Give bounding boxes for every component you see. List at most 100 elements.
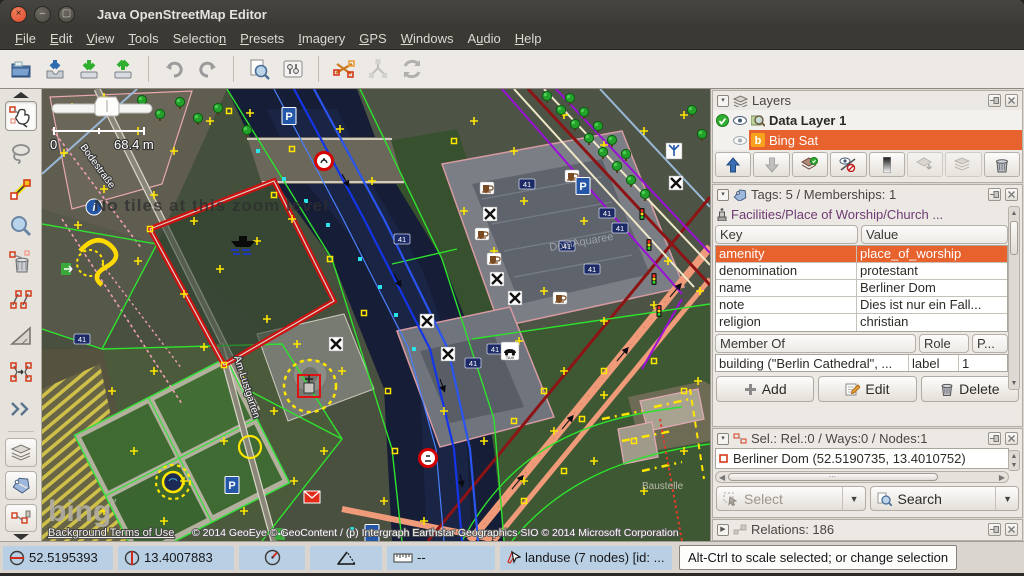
minimize-button[interactable]: – [34,6,51,23]
scrollbar-thumb[interactable] [1010,221,1018,255]
more-tools-button[interactable] [5,394,37,425]
value-column-header[interactable]: Value [861,225,1008,244]
menu-view[interactable]: View [79,29,121,48]
opacity-button[interactable] [869,152,905,177]
merge-layer-button[interactable] [907,152,943,177]
edit-tag-button[interactable]: Edit [818,376,916,402]
collapse-icon[interactable]: ▾ [717,433,729,445]
tag-row[interactable]: religionchristian [716,314,1007,331]
layer-visible-icon[interactable] [731,136,749,145]
refresh-button[interactable] [397,54,427,84]
layer-active-icon[interactable] [713,114,731,127]
merge-nodes-tool[interactable] [5,357,37,388]
open-file-button[interactable] [6,54,36,84]
select-move-tool[interactable] [5,101,37,132]
sticky-pin-icon[interactable] [988,523,1001,536]
delete-layer-button[interactable] [984,152,1020,177]
activate-layer-button[interactable] [792,152,828,177]
move-layer-down-button[interactable] [753,152,789,177]
sticky-pin-icon[interactable] [988,94,1001,107]
member-of-header[interactable]: Member Of [715,334,916,353]
menu-presets[interactable]: Presets [233,29,291,48]
tag-table: amenityplace_of_worship denominationprot… [715,245,1008,332]
sticky-pin-icon[interactable] [988,432,1001,445]
collapse-icon[interactable]: ▾ [717,189,729,201]
close-panel-icon[interactable] [1005,94,1018,107]
layer-visible-icon[interactable] [731,116,749,125]
menu-tools[interactable]: Tools [121,29,165,48]
close-panel-icon[interactable] [1005,188,1018,201]
position-header[interactable]: P... [972,334,1008,353]
tag-table-header: Key Value [713,224,1022,245]
layer-name[interactable]: Data Layer 1 [769,113,846,128]
scroll-down-arrow[interactable]: ▼ [1009,459,1019,471]
menu-audio[interactable]: Audio [460,29,507,48]
tag-row[interactable]: noteDies ist nur ein Fall... [716,297,1007,314]
lasso-tool[interactable] [5,137,37,168]
tag-row[interactable]: denominationprotestant [716,263,1007,280]
select-button[interactable]: Select ▼ [716,486,866,511]
extrude-tool[interactable] [5,320,37,351]
delete-tool[interactable] [5,247,37,278]
split-way-tool-button[interactable] [329,54,359,84]
tag-row[interactable]: amenityplace_of_worship [716,246,1007,263]
menu-imagery[interactable]: Imagery [291,29,352,48]
selected-layer[interactable]: b Bing Sat [749,130,1022,150]
draw-node-tool[interactable] [5,174,37,205]
sticky-pin-icon[interactable] [988,188,1001,201]
menu-gps[interactable]: GPS [352,29,393,48]
collapse-icon[interactable]: ▾ [717,95,729,107]
trash-icon [940,382,954,396]
move-layer-up-button[interactable] [715,152,751,177]
menu-edit[interactable]: Edit [43,29,79,48]
selection-scrollbar[interactable]: ▲ ▼ [1008,450,1020,471]
key-column-header[interactable]: Key [715,225,858,244]
scroll-up-icon[interactable] [13,91,29,98]
download-data-button[interactable] [40,54,70,84]
menu-selection[interactable]: Selection [166,29,233,48]
scroll-down-arrow[interactable]: ▼ [1009,377,1019,389]
layer-row-data[interactable]: Data Layer 1 [713,110,1022,130]
preset-link[interactable]: Facilities/Place of Worship/Church ... [713,204,1022,224]
tags-scrollbar[interactable]: ▲ ▼ [1008,206,1020,390]
search-objects-button[interactable] [244,54,274,84]
selected-object-item[interactable]: Berliner Dom (52.5190735, 13.4010752) [715,448,1009,469]
layer-row-bing[interactable]: b Bing Sat [713,130,1022,150]
combine-way-tool-button[interactable] [363,54,393,84]
tag-row[interactable]: nameBerliner Dom [716,280,1007,297]
delete-tag-button[interactable]: Delete [921,376,1019,402]
membership-row[interactable]: building ("Berlin Cathedral", ... label … [715,354,1008,372]
selection-hscrollbar[interactable]: ◀ ⋯ ▶ [715,471,1009,483]
toggle-layers-panel-button[interactable] [5,438,37,467]
close-button[interactable]: × [10,6,27,23]
close-panel-icon[interactable] [1005,523,1018,536]
duplicate-layer-button[interactable] [945,152,981,177]
unglue-tool[interactable] [5,284,37,315]
maximize-button[interactable]: ▢ [58,6,75,23]
add-tag-button[interactable]: Add [716,376,814,402]
expand-icon[interactable]: ▶ [717,524,729,536]
scroll-right-arrow[interactable]: ▶ [999,473,1005,482]
terms-link[interactable]: Background Terms of Use [48,527,174,539]
search-button[interactable]: Search ▼ [870,486,1020,511]
scroll-up-arrow[interactable]: ▲ [1009,207,1019,219]
download-along-button[interactable] [74,54,104,84]
dropdown-caret[interactable]: ▼ [842,487,859,510]
menu-windows[interactable]: Windows [394,29,461,48]
scrollbar-thumb[interactable]: ⋯ [728,473,938,481]
preferences-button[interactable] [278,54,308,84]
toggle-visibility-button[interactable] [830,152,866,177]
redo-button[interactable] [193,54,223,84]
close-panel-icon[interactable] [1005,432,1018,445]
zoom-tool[interactable] [5,211,37,242]
role-header[interactable]: Role [919,334,969,353]
upload-button[interactable] [108,54,138,84]
toggle-tags-panel-button[interactable] [5,471,37,500]
scroll-left-arrow[interactable]: ◀ [719,473,725,482]
undo-button[interactable] [159,54,189,84]
dropdown-caret[interactable]: ▼ [995,487,1012,510]
menu-help[interactable]: Help [508,29,549,48]
map-canvas[interactable]: P 41 [42,89,710,541]
menu-file[interactable]: File [8,29,43,48]
toggle-relations-panel-button[interactable] [5,504,37,533]
